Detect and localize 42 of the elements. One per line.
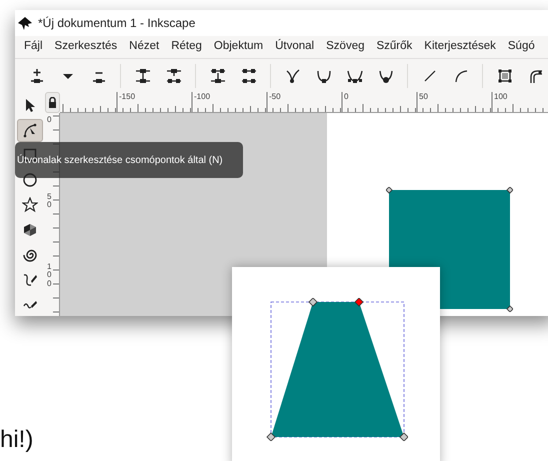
menu-item[interactable]: Szűrők — [370, 38, 418, 56]
segment-delete-icon[interactable] — [240, 68, 256, 84]
ruler-label: 50 — [419, 93, 428, 101]
menu-item[interactable]: Szöveg — [320, 38, 370, 56]
menu-item[interactable]: Szerkesztés — [48, 38, 124, 56]
star-icon — [22, 197, 38, 214]
menu-item[interactable]: Réteg — [165, 38, 208, 56]
ruler-label: 0 — [47, 271, 52, 279]
caption-text: hi!) — [0, 425, 34, 455]
segment-join-icon[interactable] — [210, 68, 226, 84]
cube-icon — [22, 222, 38, 238]
menu-item[interactable]: Kiterjesztések — [418, 38, 502, 56]
ruler-label: 0 — [47, 280, 52, 288]
ruler-label: -150 — [119, 93, 136, 101]
tool-button[interactable] — [17, 118, 43, 142]
menu-item[interactable]: Nézet — [123, 38, 166, 56]
node-add-icon[interactable] — [28, 68, 44, 84]
node-break-icon[interactable] — [166, 68, 182, 84]
ruler-label: -50 — [269, 93, 281, 101]
window-title: *Új dokumentum 1 - Inkscape — [38, 15, 196, 32]
ruler-label: -100 — [194, 93, 210, 101]
node-join-icon[interactable] — [134, 68, 150, 84]
lock-icon — [48, 97, 57, 108]
ruler-label: 5 — [47, 193, 52, 201]
curve-segment-icon[interactable] — [452, 68, 468, 84]
menu-item[interactable]: Útvonal — [269, 38, 320, 56]
ruler-label: 0 — [47, 116, 52, 124]
ruler-label: 0 — [47, 201, 52, 209]
ruler-label: 0 — [344, 93, 348, 101]
stroke-to-path-icon[interactable] — [528, 68, 544, 84]
ruler-label: 100 — [494, 93, 508, 101]
ruler-label: 1 — [47, 263, 52, 271]
menu-item[interactable]: Objektum — [208, 38, 270, 56]
menu-item[interactable]: Fájl — [18, 38, 49, 56]
object-to-path-icon[interactable] — [496, 68, 512, 84]
lock-button[interactable] — [45, 92, 60, 113]
node-tool-icon — [22, 122, 38, 138]
tooltip: Útvonalak szerkesztése csomópontok által (N) — [15, 142, 243, 178]
app-logo-icon — [18, 16, 32, 30]
pencil-icon — [22, 272, 38, 288]
menu-item[interactable]: Súgó — [502, 38, 541, 56]
cusp-node-icon[interactable] — [284, 68, 300, 84]
